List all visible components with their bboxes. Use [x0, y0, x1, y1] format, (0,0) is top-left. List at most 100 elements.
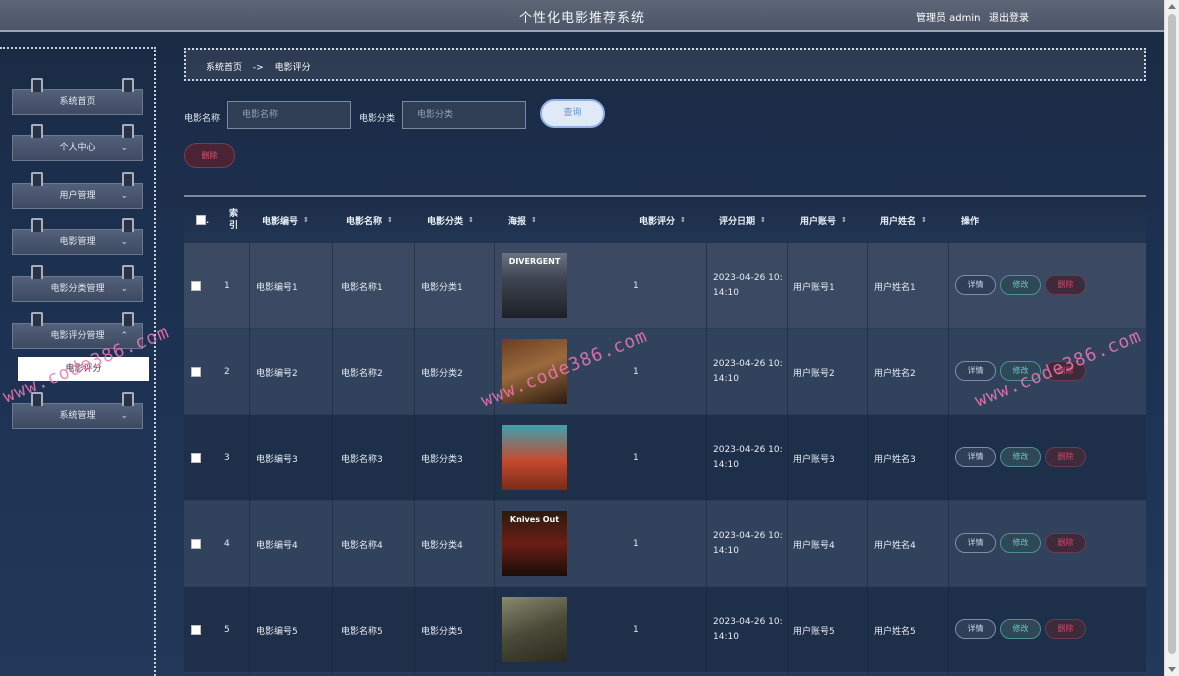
edit-button[interactable]: 修改 — [1000, 275, 1041, 295]
edit-button[interactable]: 修改 — [1000, 533, 1041, 553]
sort-icon[interactable]: ⇕ — [303, 216, 309, 224]
movie-poster-image[interactable]: Knives Out — [502, 511, 567, 576]
row-index: 4 — [224, 539, 230, 549]
row-checkbox[interactable] — [191, 453, 201, 463]
sidebar-item-ratings[interactable]: 电影评分管理 ⌃ — [12, 312, 143, 349]
detail-button[interactable]: 详情 — [955, 447, 996, 467]
chevron-down-icon: ⌄ — [120, 284, 128, 294]
col-divider — [867, 329, 868, 415]
delete-button[interactable]: 删除 — [1045, 447, 1086, 467]
batch-delete-button[interactable]: 删除 — [184, 143, 235, 168]
col-divider — [249, 329, 250, 415]
row-movie-name: 电影名称2 — [341, 368, 383, 379]
movie-poster-image[interactable] — [502, 425, 567, 490]
chevron-down-icon: ⌄ — [120, 143, 128, 153]
col-divider — [867, 501, 868, 587]
edit-button[interactable]: 修改 — [1000, 619, 1041, 639]
col-divider — [787, 243, 788, 329]
col-divider — [706, 415, 707, 501]
clip-icon — [31, 265, 43, 279]
clip-icon — [31, 312, 43, 326]
sort-icon[interactable]: ⇕ — [468, 216, 474, 224]
delete-button[interactable]: 删除 — [1045, 361, 1086, 381]
row-index: 3 — [224, 453, 230, 463]
col-label: 用户账号 — [800, 216, 837, 227]
detail-button[interactable]: 详情 — [955, 533, 996, 553]
row-date-line1: 2023-04-26 10: — [713, 273, 783, 283]
delete-button[interactable]: 删除 — [1045, 533, 1086, 553]
row-account: 用户账号5 — [793, 626, 835, 637]
movie-poster-image[interactable] — [502, 597, 567, 662]
sidebar-item-system[interactable]: 系统管理 ⌄ — [12, 392, 143, 429]
vertical-scrollbar[interactable] — [1164, 0, 1179, 676]
query-button[interactable]: 查询 — [540, 99, 605, 128]
sort-icon[interactable]: ⇕ — [760, 216, 766, 224]
row-date-line1: 2023-04-26 10: — [713, 359, 783, 369]
scroll-down-icon[interactable] — [1168, 667, 1176, 672]
sort-icon[interactable]: ⇕ — [531, 216, 537, 224]
scroll-up-icon[interactable] — [1168, 4, 1176, 9]
col-category[interactable]: 电影分类 ⇕ — [427, 197, 474, 243]
delete-button[interactable]: 删除 — [1045, 619, 1086, 639]
breadcrumb-home[interactable]: 系统首页 — [206, 63, 242, 73]
row-date: 2023-04-26 10: 14:10 — [713, 587, 783, 673]
sort-icon[interactable]: ⇕ — [680, 216, 686, 224]
sidebar-item-users[interactable]: 用户管理 ⌄ — [12, 172, 143, 209]
sidebar-item-movies[interactable]: 电影管理 ⌄ — [12, 218, 143, 255]
row-checkbox[interactable] — [191, 281, 201, 291]
detail-button[interactable]: 详情 — [955, 361, 996, 381]
sort-icon[interactable]: ⇕ — [387, 216, 393, 224]
col-label: 电影分类 — [427, 216, 464, 227]
row-checkbox[interactable] — [191, 539, 201, 549]
row-category: 电影分类5 — [421, 626, 463, 637]
edit-button[interactable]: 修改 — [1000, 361, 1041, 381]
col-divider — [706, 329, 707, 415]
movie-poster-image[interactable]: DIVERGENT — [502, 253, 567, 318]
col-divider — [706, 587, 707, 673]
col-date[interactable]: 评分日期 ⇕ — [719, 197, 766, 243]
col-movie-name[interactable]: 电影名称 ⇕ — [346, 197, 393, 243]
detail-button[interactable]: 详情 — [955, 619, 996, 639]
sort-icon[interactable]: ⇕ — [841, 216, 847, 224]
col-divider — [494, 415, 495, 501]
poster-title — [502, 339, 567, 343]
sidebar-item-home[interactable]: 系统首页 — [12, 78, 143, 115]
col-label: 电影编号 — [262, 216, 299, 227]
sort-icon[interactable]: ⇕ — [921, 216, 927, 224]
col-username[interactable]: 用户姓名 ⇕ — [880, 197, 927, 243]
col-divider — [787, 329, 788, 415]
row-username: 用户姓名3 — [874, 454, 916, 465]
edit-button[interactable]: 修改 — [1000, 447, 1041, 467]
movie-poster-image[interactable] — [502, 339, 567, 404]
sidebar-item-categories[interactable]: 电影分类管理 ⌄ — [12, 265, 143, 302]
col-divider — [948, 587, 949, 673]
row-checkbox[interactable] — [191, 625, 201, 635]
col-account[interactable]: 用户账号 ⇕ — [800, 197, 847, 243]
movie-category-input[interactable] — [402, 101, 526, 129]
detail-button[interactable]: 详情 — [955, 275, 996, 295]
row-username: 用户姓名2 — [874, 368, 916, 379]
row-checkbox[interactable] — [191, 367, 201, 377]
scroll-thumb[interactable] — [1168, 14, 1176, 654]
select-all-checkbox[interactable]: . — [196, 197, 209, 243]
movie-name-input[interactable] — [227, 101, 351, 129]
col-rating[interactable]: 电影评分 ⇕ — [639, 197, 686, 243]
col-index: 索引 — [229, 209, 239, 231]
col-movie-no[interactable]: 电影编号 ⇕ — [262, 197, 309, 243]
clip-icon — [31, 392, 43, 406]
sidebar-item-profile[interactable]: 个人中心 ⌄ — [12, 124, 143, 161]
table-row: 5 电影编号5 电影名称5 电影分类5 1 2023-04-26 10: 14:10 用户账号… — [184, 587, 1146, 673]
logout-link[interactable]: 退出登录 — [989, 9, 1029, 24]
col-poster[interactable]: 海报 ⇕ — [508, 197, 537, 243]
sidebar-subitem-ratings[interactable]: 电影评分 — [18, 357, 149, 381]
col-divider — [332, 501, 333, 587]
row-account: 用户账号3 — [793, 454, 835, 465]
clip-icon — [31, 78, 43, 92]
col-divider — [948, 243, 949, 329]
col-divider — [414, 329, 415, 415]
row-account: 用户账号2 — [793, 368, 835, 379]
delete-button[interactable]: 删除 — [1045, 275, 1086, 295]
checkbox-icon[interactable] — [196, 215, 206, 225]
current-user: 管理员 admin — [916, 13, 981, 24]
row-date: 2023-04-26 10: 14:10 — [713, 415, 783, 501]
